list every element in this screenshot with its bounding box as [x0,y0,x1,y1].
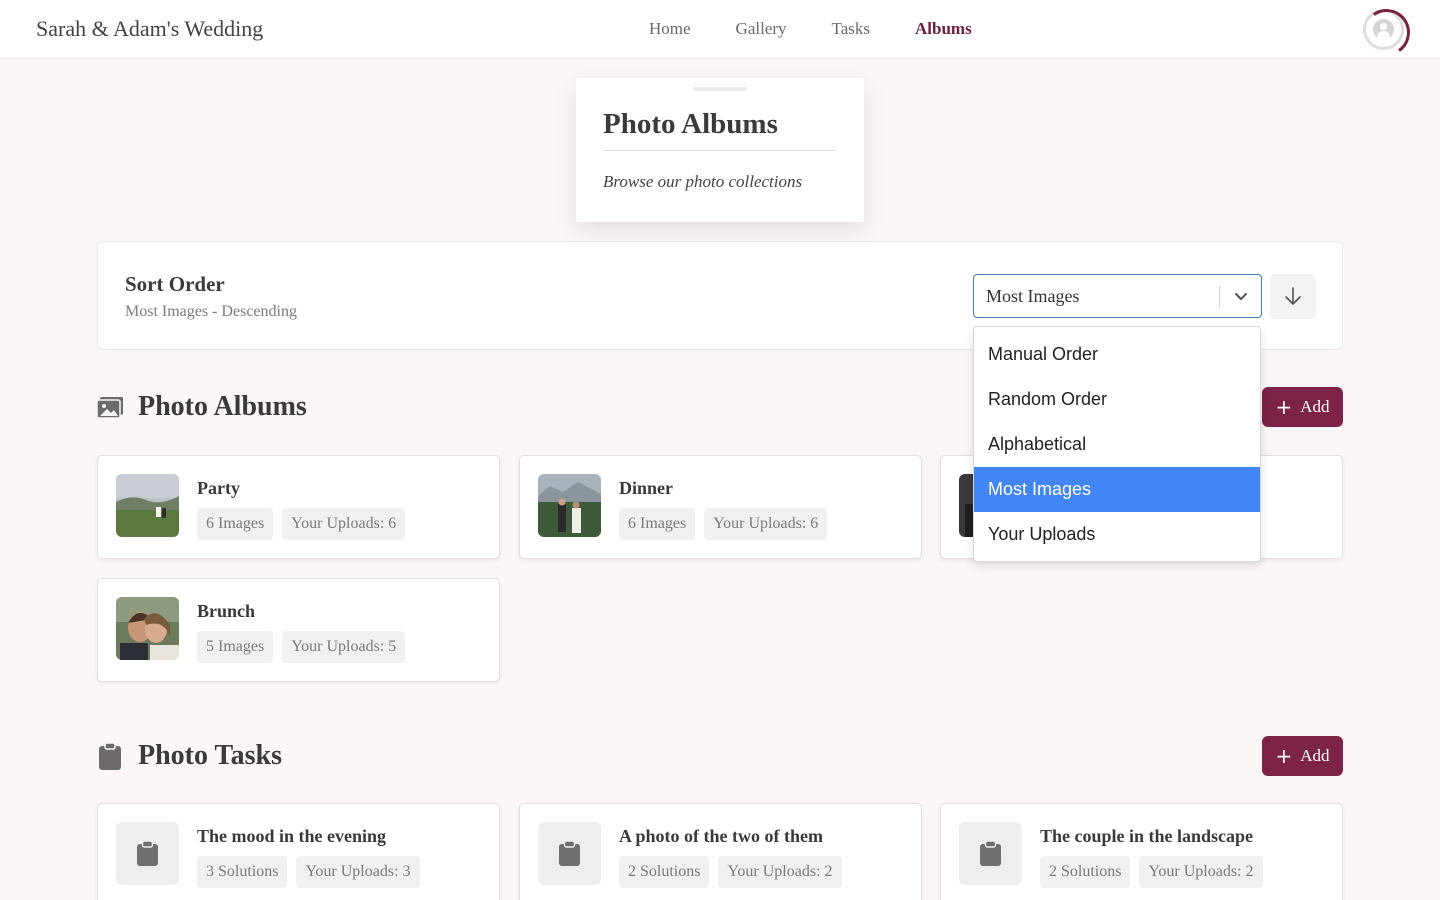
nav-gallery[interactable]: Gallery [736,19,787,39]
sort-select-value: Most Images [986,286,1080,306]
album-title: Party [197,478,240,498]
sort-options-list: Manual Order Random Order Alphabetical M… [973,326,1261,562]
uploads-badge: Your Uploads: 6 [704,508,828,540]
albums-section-header: Photo Albums [97,391,307,423]
solutions-badge: 2 Solutions [1040,856,1131,888]
album-thumbnail [116,597,179,660]
plus-icon: + [1275,395,1293,419]
select-separator [1219,286,1220,307]
task-title: The mood in the evening [197,826,387,846]
solutions-badge: 2 Solutions [619,856,710,888]
page-header-card: Photo Albums Browse our photo collection… [576,78,864,222]
album-thumbnail [116,474,179,537]
nav-albums[interactable]: Albums [915,19,972,39]
chevron-down-icon [1235,293,1247,300]
divider [603,150,836,151]
album-title: Dinner [619,478,673,498]
site-brand[interactable]: Sarah & Adam's Wedding [36,16,263,42]
add-task-button[interactable]: + Add [1262,736,1343,776]
task-title: A photo of the two of them [619,826,823,846]
album-card-brunch[interactable]: Brunch 5 Images Your Uploads: 5 [97,578,500,682]
solutions-badge: 3 Solutions [197,856,288,888]
page-subtitle: Browse our photo collections [603,172,803,191]
nav-home[interactable]: Home [649,19,691,39]
sort-option-manual[interactable]: Manual Order [974,332,1260,377]
user-avatar[interactable] [1363,9,1404,50]
image-icon [97,394,124,421]
image-count-badge: 6 Images [619,508,696,540]
task-card[interactable]: The couple in the landscape 2 Solutions … [940,803,1343,900]
decorative-bar [693,87,747,91]
image-count-badge: 6 Images [197,508,274,540]
clipboard-icon [538,822,601,885]
album-thumbnail [538,474,601,537]
sort-option-your-uploads[interactable]: Your Uploads [974,512,1260,557]
sort-option-alphabetical[interactable]: Alphabetical [974,422,1260,467]
task-title: The couple in the landscape [1040,826,1254,846]
task-card[interactable]: The mood in the evening 3 Solutions Your… [97,803,500,900]
uploads-badge: Your Uploads: 3 [296,856,420,888]
album-card-dinner[interactable]: Dinner 6 Images Your Uploads: 6 [519,455,922,559]
plus-icon: + [1275,744,1293,768]
uploads-badge: Your Uploads: 2 [1139,856,1263,888]
sort-option-most-images[interactable]: Most Images [974,467,1260,512]
sort-option-random[interactable]: Random Order [974,377,1260,422]
uploads-badge: Your Uploads: 2 [718,856,842,888]
album-title: Brunch [197,601,256,621]
add-album-button[interactable]: + Add [1262,387,1343,427]
sort-summary: Most Images - Descending [125,303,297,320]
sort-select[interactable]: Most Images [973,274,1262,318]
uploads-badge: Your Uploads: 6 [282,508,406,540]
clipboard-icon [97,742,124,770]
add-album-label: Add [1300,397,1330,416]
clipboard-icon [959,822,1022,885]
uploads-badge: Your Uploads: 5 [282,631,406,663]
top-navigation-bar: Sarah & Adam's Wedding Home Gallery Task… [0,0,1440,59]
page-title: Photo Albums [603,108,778,140]
main-nav: Home Gallery Tasks Albums [649,19,1017,39]
sort-title: Sort Order [125,272,225,296]
clipboard-icon [116,822,179,885]
image-count-badge: 5 Images [197,631,274,663]
tasks-section-header: Photo Tasks [97,740,282,772]
add-task-label: Add [1300,746,1330,765]
arrow-down-icon [1285,287,1301,305]
sort-direction-button[interactable] [1270,274,1316,319]
album-card-party[interactable]: Party 6 Images Your Uploads: 6 [97,455,500,559]
albums-heading: Photo Albums [138,391,307,422]
user-icon [1373,19,1394,40]
task-card[interactable]: A photo of the two of them 2 Solutions Y… [519,803,922,900]
tasks-heading: Photo Tasks [138,740,282,771]
nav-tasks[interactable]: Tasks [832,19,870,39]
